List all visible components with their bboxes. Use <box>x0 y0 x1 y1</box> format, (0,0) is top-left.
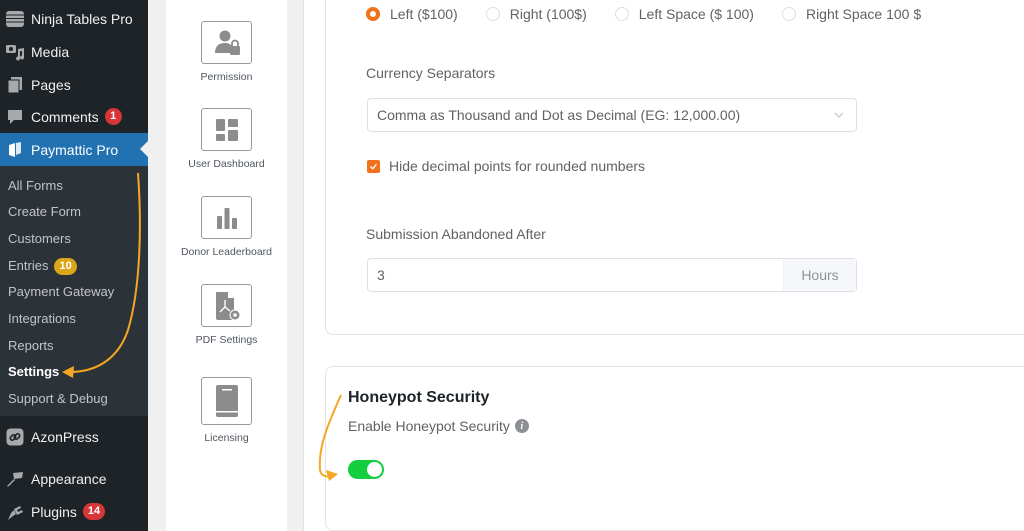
menu-item-appearance[interactable]: Appearance <box>0 462 148 495</box>
menu-label: Appearance <box>31 470 107 487</box>
settings-nav-label: Donor Leaderboard <box>180 246 273 258</box>
toggle-knob <box>367 462 382 477</box>
dashboard-icon <box>201 108 252 151</box>
paymattic-submenu: All Forms Create Form Customers Entries 1… <box>0 166 148 416</box>
media-icon <box>5 42 25 62</box>
radio-indicator <box>366 7 380 21</box>
submenu-item-integrations[interactable]: Integrations <box>8 306 76 332</box>
settings-nav-label: PDF Settings <box>195 334 258 346</box>
currency-settings-card: Left ($100) Right (100$) Left Space ($ 1… <box>325 0 1024 335</box>
settings-nav-donor-leaderboard[interactable]: Donor Leaderboard <box>166 196 287 258</box>
settings-nav-user-dashboard[interactable]: User Dashboard <box>166 108 287 170</box>
radio-left-space[interactable]: Left Space ($ 100) <box>614 6 754 22</box>
submenu-label: Create Form <box>8 204 81 219</box>
settings-nav-pdf-settings[interactable]: PDF Settings <box>166 284 287 346</box>
settings-nav-licensing[interactable]: Licensing <box>166 377 287 444</box>
submission-abandoned-input-group: 3 Hours <box>367 258 857 292</box>
submenu-label: Customers <box>8 231 71 246</box>
submenu-label: All Forms <box>8 178 63 193</box>
menu-label: Plugins <box>31 503 77 520</box>
toggle-label-text: Enable Honeypot Security <box>348 418 510 434</box>
pages-icon <box>5 75 25 95</box>
brush-icon <box>5 469 25 489</box>
radio-indicator <box>781 7 796 21</box>
submenu-label: Reports <box>8 338 54 353</box>
menu-item-comments[interactable]: Comments 1 <box>0 100 148 133</box>
radio-indicator <box>485 7 500 21</box>
radio-right[interactable]: Right (100$) <box>485 6 587 22</box>
bar-chart-icon <box>201 196 252 239</box>
plug-icon <box>5 502 25 522</box>
comment-icon <box>5 107 25 127</box>
link-icon <box>5 427 25 447</box>
menu-label: Comments <box>31 108 99 125</box>
submenu-label: Entries <box>8 258 49 273</box>
hide-decimal-checkbox[interactable]: Hide decimal points for rounded numbers <box>367 158 645 174</box>
honeypot-title: Honeypot Security <box>348 389 490 406</box>
menu-item-plugins[interactable]: Plugins 14 <box>0 495 148 528</box>
honeypot-toggle-switch[interactable] <box>348 460 384 479</box>
radio-indicator <box>614 7 629 21</box>
checkbox-checked-icon <box>367 159 380 173</box>
settings-nav-label: Licensing <box>204 432 249 444</box>
settings-nav-permission[interactable]: Permission <box>166 21 287 83</box>
radio-label: Right Space 100 $ <box>805 6 922 22</box>
submission-abandoned-input[interactable]: 3 <box>368 259 783 291</box>
checkbox-label: Hide decimal points for rounded numbers <box>389 158 646 174</box>
submenu-label: Settings <box>8 364 60 379</box>
menu-label: Paymattic Pro <box>31 141 119 158</box>
entries-count-badge: 10 <box>54 257 77 275</box>
menu-item-paymattic-pro[interactable]: Paymattic Pro <box>0 133 148 166</box>
radio-right-space[interactable]: Right Space 100 $ <box>781 6 922 22</box>
chevron-down-icon <box>832 108 846 122</box>
honeypot-toggle-label: Enable Honeypot Security i <box>348 418 529 434</box>
radio-label: Right (100$) <box>509 6 587 22</box>
settings-nav-label: Permission <box>200 71 253 83</box>
wp-admin-page: Ninja Tables Pro Media Pages Comments 1 <box>0 0 1024 531</box>
menu-label: Media <box>31 43 70 60</box>
settings-nav: Permission User Dashboard Donor Leaderbo… <box>166 0 287 531</box>
settings-content: Left ($100) Right (100$) Left Space ($ 1… <box>303 0 1024 531</box>
menu-item-pages[interactable]: Pages <box>0 68 148 101</box>
admin-sidebar: Ninja Tables Pro Media Pages Comments 1 <box>0 0 148 531</box>
submenu-item-reports[interactable]: Reports <box>8 333 54 359</box>
hours-suffix: Hours <box>783 259 856 291</box>
info-icon[interactable]: i <box>514 419 529 433</box>
honeypot-security-card: Honeypot Security Enable Honeypot Securi… <box>325 366 1024 531</box>
currency-separators-select[interactable]: Comma as Thousand and Dot as Decimal (EG… <box>367 98 857 132</box>
submission-abandoned-label: Submission Abandoned After <box>366 226 546 242</box>
menu-label: AzonPress <box>31 428 99 445</box>
pdf-settings-icon <box>201 284 252 327</box>
menu-item-ninja-tables[interactable]: Ninja Tables Pro <box>0 2 148 35</box>
menu-label: Pages <box>31 76 71 93</box>
radio-left[interactable]: Left ($100) <box>366 6 458 22</box>
menu-item-media[interactable]: Media <box>0 35 148 68</box>
submenu-item-create-form[interactable]: Create Form <box>8 199 81 225</box>
plugins-count-badge: 14 <box>82 503 106 520</box>
comments-count-badge: 1 <box>104 108 122 125</box>
radio-label: Left Space ($ 100) <box>638 6 754 22</box>
submenu-label: Payment Gateway <box>8 284 115 299</box>
submenu-item-customers[interactable]: Customers <box>8 226 71 252</box>
book-icon <box>201 377 252 425</box>
user-lock-icon <box>201 21 252 64</box>
settings-nav-label: User Dashboard <box>188 158 265 170</box>
submenu-item-all-forms[interactable]: All Forms <box>8 173 63 199</box>
radio-label: Left ($100) <box>390 6 458 22</box>
submenu-item-support-debug[interactable]: Support & Debug <box>8 386 108 412</box>
currency-position-radio-group: Left ($100) Right (100$) Left Space ($ 1… <box>366 6 949 22</box>
submenu-label: Integrations <box>8 311 76 326</box>
submenu-label: Support & Debug <box>8 391 108 406</box>
submenu-item-settings[interactable]: Settings <box>8 359 59 385</box>
table-icon <box>5 9 25 29</box>
submenu-item-entries[interactable]: Entries 10 <box>8 253 77 279</box>
menu-label: Ninja Tables Pro <box>31 10 133 27</box>
paymattic-icon <box>5 140 25 160</box>
menu-item-azonpress[interactable]: AzonPress <box>0 420 148 453</box>
submenu-item-payment-gateway[interactable]: Payment Gateway <box>8 279 114 305</box>
currency-separators-label: Currency Separators <box>366 65 496 81</box>
select-value: Comma as Thousand and Dot as Decimal (EG… <box>377 107 741 123</box>
